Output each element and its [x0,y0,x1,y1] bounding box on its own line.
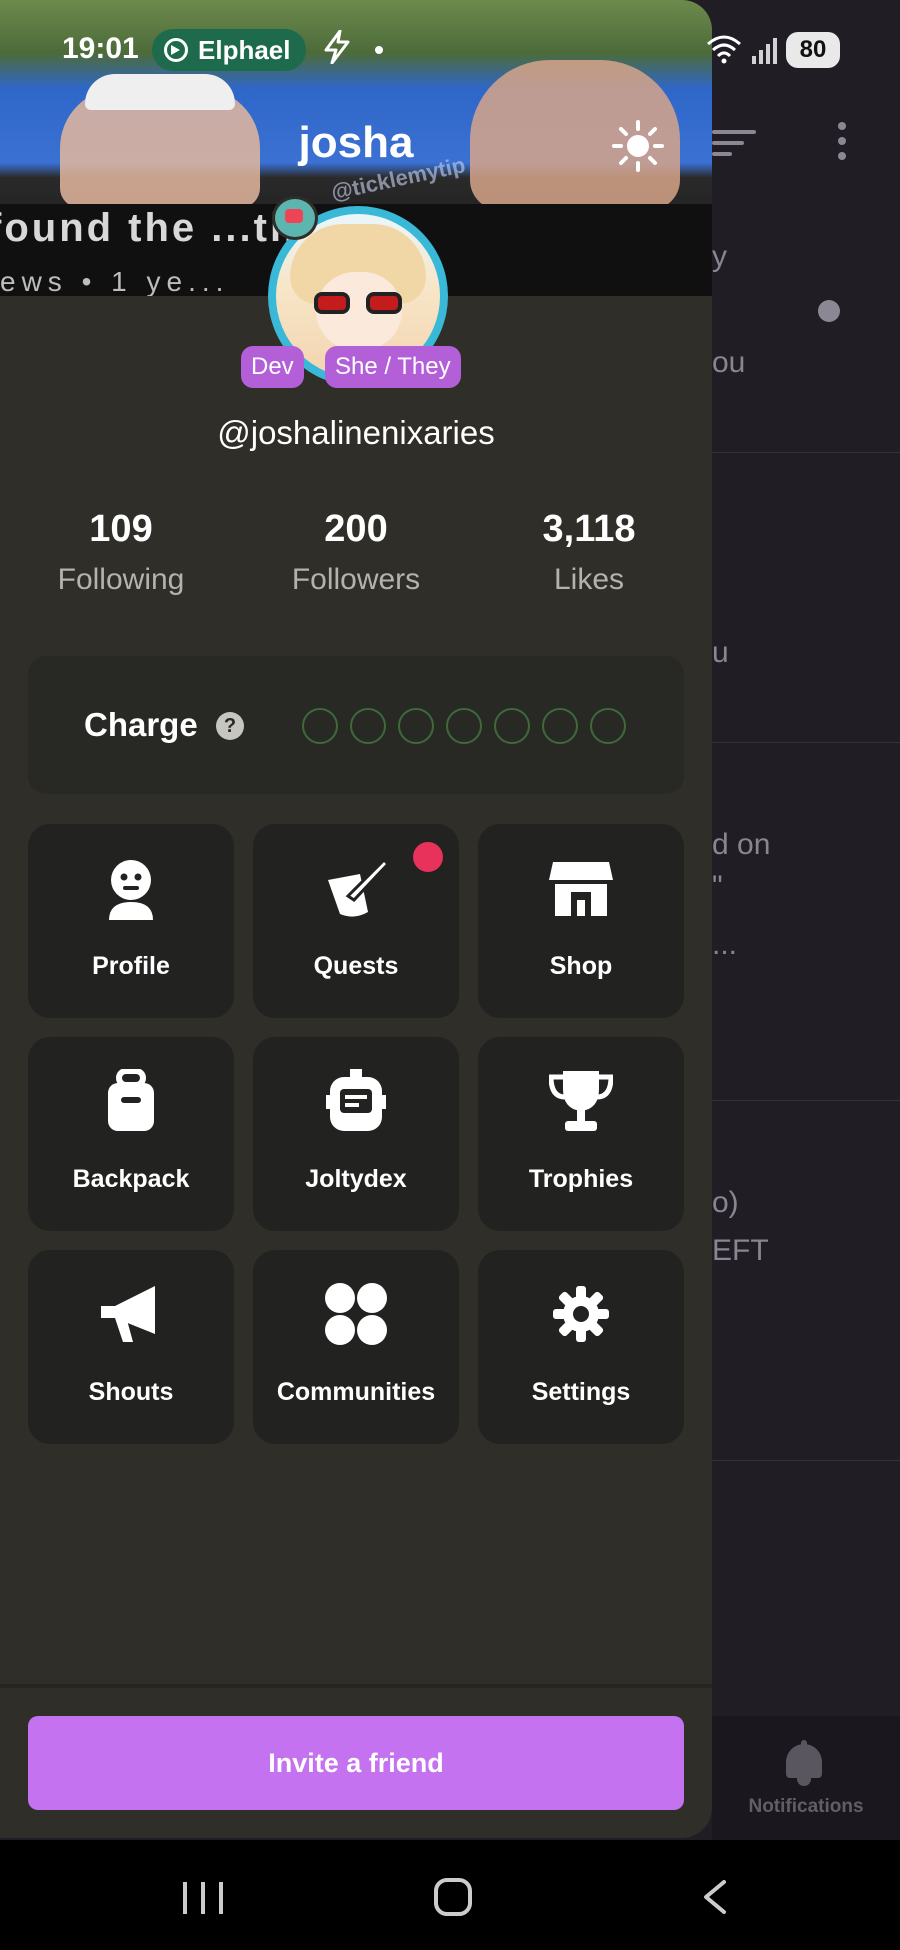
divider [0,1684,712,1688]
quill-scroll-icon [328,857,388,917]
notifications-tab-label: Notifications [748,1796,864,1817]
bell-icon [784,1740,824,1786]
menu-label-joltydex: Joltydex [305,1165,407,1193]
invite-friend-button[interactable]: Invite a friend [28,1716,684,1810]
recents-button[interactable] [183,1882,223,1914]
background-snippet: y [712,240,727,273]
menu-label-profile: Profile [92,952,170,980]
user-handle: @joshalinenixaries [217,414,495,451]
charge-dot [590,708,626,744]
four-dots-icon [325,1283,387,1345]
menu-tile-joltydex[interactable]: Joltydex [253,1037,459,1231]
notifications-tab[interactable]: Notifications [712,1716,900,1840]
background-snippet: ou [712,346,746,379]
more-options-icon[interactable] [837,122,847,162]
glasses-icon [314,292,406,314]
background-snippet: d on [712,828,771,861]
charge-meter [302,708,626,744]
menu-tile-quests[interactable]: Quests [253,824,459,1018]
help-icon[interactable]: ? [216,712,244,740]
followers-count: 200 [324,508,388,550]
dex-device-icon [326,1069,386,1131]
trophy-icon [549,1071,613,1131]
menu-label-settings: Settings [531,1378,631,1406]
menu-tile-trophies[interactable]: Trophies [478,1037,684,1231]
charge-label: Charge [84,706,198,743]
unread-dot [818,300,840,322]
wifi-icon [707,35,741,64]
menu-label-communities: Communities [276,1378,436,1406]
charge-dot [302,708,338,744]
followers-label: Followers [291,563,421,596]
menu-tile-settings[interactable]: Settings [478,1250,684,1444]
home-button[interactable] [434,1878,472,1916]
following-count: 109 [89,508,153,550]
charge-dot [494,708,530,744]
charge-dot [350,708,386,744]
background-list-item[interactable] [712,742,900,1100]
background-list-item[interactable] [712,1100,900,1460]
menu-label-shouts: Shouts [88,1378,174,1406]
background-snippet: EFT [712,1234,769,1267]
background-list-item[interactable] [712,452,900,742]
app-indicator-pill[interactable]: Elphael [152,29,307,71]
following-label: Following [57,563,185,596]
theme-toggle-sun-icon[interactable] [612,120,664,172]
profile-stats: 109 Following 200 Followers 3,118 Likes [0,508,712,608]
menu-tile-shouts[interactable]: Shouts [28,1250,234,1444]
app-indicator-label: Elphael [198,34,291,65]
background-snippet: o) [712,1186,739,1219]
drawer-title: josha [298,118,414,167]
charge-dot [446,708,482,744]
pronoun-tag: She / They [325,346,461,388]
megaphone-icon [101,1286,155,1342]
background-list-item[interactable] [712,1460,900,1716]
cell-signal-icon [752,36,778,64]
background-snippet: " [712,870,723,903]
menu-tile-shop[interactable]: Shop [478,824,684,1018]
menu-label-backpack: Backpack [72,1165,190,1193]
dev-tag: Dev [241,346,304,388]
storefront-icon [549,862,613,916]
banner-video-title: found the ...th! [0,206,314,250]
notification-dot [375,46,383,54]
likes-label: Likes [553,563,625,596]
play-circle-icon [164,38,188,62]
likes-count: 3,118 [542,508,636,550]
followers-stat[interactable]: 200 Followers [246,508,466,597]
filter-icon[interactable] [712,130,756,160]
charge-dot [398,708,434,744]
menu-label-quests: Quests [313,952,399,980]
backpack-icon [108,1069,154,1131]
system-navigation-bar [0,1840,900,1950]
gear-icon [553,1286,609,1342]
battery-indicator: 80 [786,32,840,68]
background-snippet: ... [712,928,738,961]
quests-notification-dot [413,842,443,872]
menu-tile-profile[interactable]: Profile [28,824,234,1018]
banner-video-meta: ews • 1 ye... [0,266,230,296]
menu-tile-backpack[interactable]: Backpack [28,1037,234,1231]
menu-label-shop: Shop [549,952,613,980]
status-time: 19:01 [62,32,139,65]
following-stat[interactable]: 109 Following [11,508,231,597]
profile-drawer: @ticklemytip found the ...th! ews • 1 ye… [0,0,712,1838]
background-toolbar [712,118,900,178]
menu-tile-communities[interactable]: Communities [253,1250,459,1444]
avatar-decoration-icon [272,196,318,240]
back-button[interactable] [700,1880,730,1914]
background-snippet: u [712,636,729,669]
likes-stat[interactable]: 3,118 Likes [479,508,699,597]
charge-card[interactable]: Charge ? [28,656,684,794]
face-icon [109,860,153,920]
charge-dot [542,708,578,744]
lightning-bolt-icon [324,30,350,64]
menu-label-trophies: Trophies [528,1165,634,1193]
